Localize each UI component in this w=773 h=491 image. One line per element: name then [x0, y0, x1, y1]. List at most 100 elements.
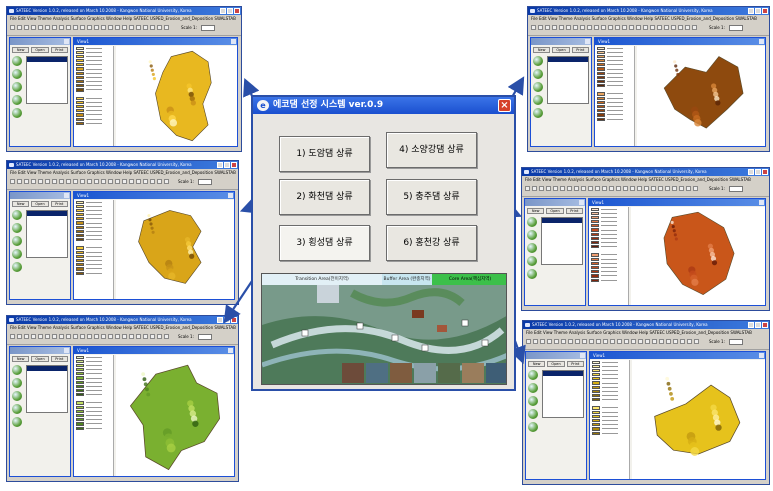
tool-icon[interactable] [31, 25, 36, 30]
table-of-contents[interactable] [595, 46, 635, 146]
tool-icon[interactable] [616, 186, 621, 191]
doc-type-icon[interactable] [12, 82, 22, 92]
tool-icon[interactable] [623, 186, 628, 191]
project-button-0[interactable]: New [12, 201, 30, 207]
doc-type-icon[interactable] [12, 417, 22, 427]
tool-icon[interactable] [664, 25, 669, 30]
tool-icon[interactable] [629, 25, 634, 30]
tool-icon[interactable] [164, 25, 169, 30]
toolbar[interactable]: Scale 1: [7, 176, 238, 190]
toolbar[interactable]: Scale 1: [522, 183, 769, 197]
tool-icon[interactable] [150, 179, 155, 184]
tool-icon[interactable] [24, 179, 29, 184]
tool-icon[interactable] [644, 186, 649, 191]
tool-icon[interactable] [164, 179, 169, 184]
close-icon[interactable] [759, 353, 764, 358]
tool-icon[interactable] [665, 186, 670, 191]
tool-icon[interactable] [533, 339, 538, 344]
project-button-2[interactable]: Print [50, 356, 68, 362]
tool-icon[interactable] [610, 339, 615, 344]
tool-icon[interactable] [45, 25, 50, 30]
tool-icon[interactable] [17, 25, 22, 30]
doc-type-icon[interactable] [12, 95, 22, 105]
tool-icon[interactable] [24, 25, 29, 30]
maximize-icon[interactable] [755, 169, 761, 175]
tool-icon[interactable] [10, 334, 15, 339]
tool-icon[interactable] [602, 186, 607, 191]
tool-icon[interactable] [10, 179, 15, 184]
views-list[interactable] [26, 56, 68, 104]
tool-icon[interactable] [87, 179, 92, 184]
doc-type-icon[interactable] [533, 82, 543, 92]
scale-input[interactable] [201, 25, 215, 31]
tool-icon[interactable] [624, 339, 629, 344]
tool-icon[interactable] [559, 25, 564, 30]
tool-icon[interactable] [136, 25, 141, 30]
project-button-0[interactable]: New [12, 47, 30, 53]
views-list-selected[interactable] [542, 218, 582, 223]
tool-icon[interactable] [17, 179, 22, 184]
tool-icon[interactable] [66, 179, 71, 184]
window-controls[interactable] [217, 317, 237, 323]
scale-input[interactable] [198, 179, 212, 185]
toolbar[interactable]: Scale 1: [528, 22, 769, 36]
doc-type-icon[interactable] [12, 378, 22, 388]
doc-type-icon[interactable] [12, 56, 22, 66]
close-icon[interactable] [228, 348, 233, 353]
tool-icon[interactable] [631, 339, 636, 344]
tool-icon[interactable] [686, 186, 691, 191]
tool-icon[interactable] [546, 186, 551, 191]
tool-icon[interactable] [566, 25, 571, 30]
close-icon[interactable] [234, 8, 240, 14]
views-list[interactable] [542, 370, 584, 418]
close-icon[interactable] [762, 322, 768, 328]
map-canvas[interactable] [637, 46, 765, 146]
tool-icon[interactable] [659, 339, 664, 344]
project-button-2[interactable]: Print [571, 47, 589, 53]
tool-icon[interactable] [687, 339, 692, 344]
tool-icon[interactable] [59, 25, 64, 30]
tool-icon[interactable] [24, 334, 29, 339]
tool-icon[interactable] [108, 25, 113, 30]
tool-icon[interactable] [80, 25, 85, 30]
project-button-1[interactable]: Open [31, 201, 49, 207]
tool-icon[interactable] [66, 25, 71, 30]
doc-type-icon[interactable] [12, 365, 22, 375]
tool-icon[interactable] [150, 25, 155, 30]
doc-type-icon[interactable] [528, 370, 538, 380]
tool-icon[interactable] [38, 334, 43, 339]
tool-icon[interactable] [561, 339, 566, 344]
tool-icon[interactable] [657, 25, 662, 30]
doc-type-icon[interactable] [533, 108, 543, 118]
doc-type-icon[interactable] [12, 249, 22, 259]
tool-icon[interactable] [129, 25, 134, 30]
tool-icon[interactable] [52, 179, 57, 184]
tool-icon[interactable] [525, 186, 530, 191]
tool-icon[interactable] [608, 25, 613, 30]
tool-icon[interactable] [587, 25, 592, 30]
tool-icon[interactable] [630, 186, 635, 191]
tool-icon[interactable] [652, 339, 657, 344]
tool-icon[interactable] [636, 25, 641, 30]
tool-icon[interactable] [10, 25, 15, 30]
doc-type-icon[interactable] [527, 243, 537, 253]
close-icon[interactable] [231, 39, 236, 44]
tool-icon[interactable] [73, 179, 78, 184]
project-button-2[interactable]: Print [50, 201, 68, 207]
toolbar[interactable]: Scale 1: [7, 331, 238, 345]
tool-icon[interactable] [673, 339, 678, 344]
tool-icon[interactable] [573, 25, 578, 30]
site-button-doam[interactable]: 1) 도암댐 상류 [279, 136, 370, 172]
doc-type-icon[interactable] [528, 383, 538, 393]
table-of-contents[interactable] [590, 360, 630, 479]
tool-icon[interactable] [31, 179, 36, 184]
tool-icon[interactable] [595, 186, 600, 191]
tool-icon[interactable] [650, 25, 655, 30]
scale-input[interactable] [729, 25, 743, 31]
views-list-selected[interactable] [548, 57, 588, 62]
tool-icon[interactable] [31, 334, 36, 339]
tool-icon[interactable] [143, 25, 148, 30]
doc-type-icon[interactable] [12, 108, 22, 118]
toolbar[interactable]: Scale 1: [7, 22, 241, 36]
tool-icon[interactable] [567, 186, 572, 191]
